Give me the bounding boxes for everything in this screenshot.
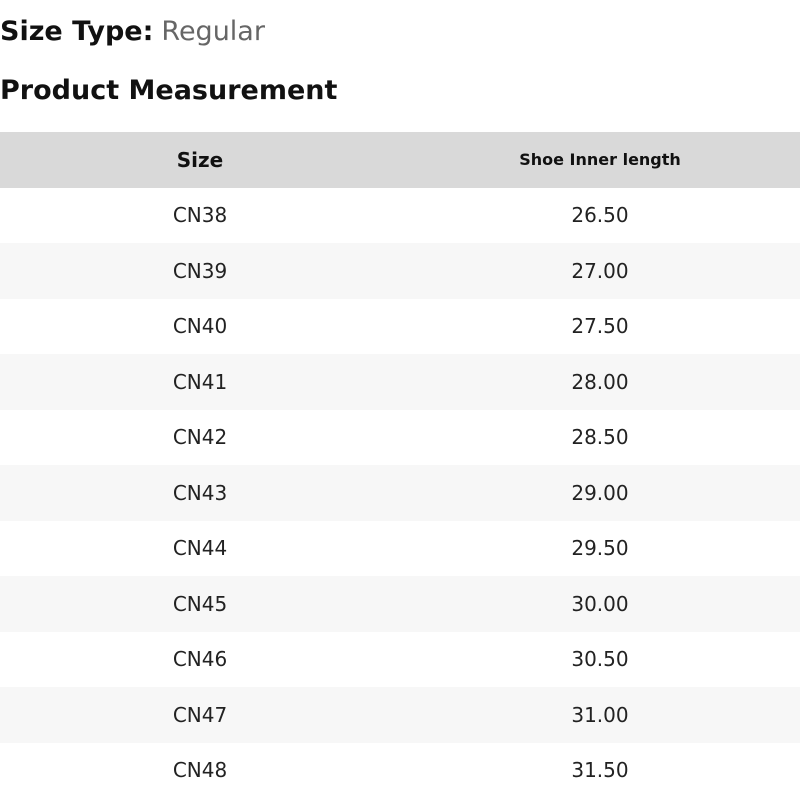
length-cell: 28.00 <box>571 369 629 394</box>
size-cell: CN39 <box>172 258 228 283</box>
length-cell: 30.00 <box>571 591 629 616</box>
table-header-row: Size Shoe Inner length <box>0 132 800 188</box>
size-cell: CN46 <box>172 647 228 672</box>
length-cell: 26.50 <box>571 203 629 228</box>
table-row: CN38 26.50 <box>0 188 800 244</box>
length-cell: 27.50 <box>571 314 629 339</box>
size-cell: CN41 <box>172 369 228 394</box>
size-type-label: Size Type: <box>0 16 154 47</box>
table-row: CN48 31.50 <box>0 743 800 799</box>
table-row: CN46 30.50 <box>0 632 800 688</box>
size-cell: CN40 <box>172 314 228 339</box>
length-cell: 30.50 <box>571 647 629 672</box>
size-cell: CN44 <box>172 536 228 561</box>
column-header-size: Size <box>176 147 224 172</box>
length-cell: 28.50 <box>571 425 629 450</box>
length-cell: 29.00 <box>571 480 629 505</box>
size-cell: CN45 <box>172 591 228 616</box>
length-cell: 29.50 <box>571 536 629 561</box>
section-title: Product Measurement <box>0 75 338 106</box>
table-row: CN40 27.50 <box>0 299 800 355</box>
table-row: CN41 28.00 <box>0 354 800 410</box>
size-type-value: Regular <box>161 16 265 47</box>
size-type-line: Size Type: Regular <box>0 14 265 50</box>
size-chart-page: Size Type: Regular Product Measurement Si… <box>0 0 800 800</box>
table-row: CN44 29.50 <box>0 521 800 577</box>
size-cell: CN38 <box>172 203 228 228</box>
size-cell: CN42 <box>172 425 228 450</box>
length-cell: 27.00 <box>571 258 629 283</box>
length-cell: 31.00 <box>571 702 629 727</box>
table-row: CN47 31.00 <box>0 687 800 743</box>
size-cell: CN48 <box>172 758 228 783</box>
table-row: CN39 27.00 <box>0 243 800 299</box>
length-cell: 31.50 <box>571 758 629 783</box>
measurement-table: Size Shoe Inner length CN38 26.50 CN39 2… <box>0 132 800 798</box>
size-cell: CN47 <box>172 702 228 727</box>
size-cell: CN43 <box>172 480 228 505</box>
table-row: CN43 29.00 <box>0 465 800 521</box>
table-row: CN42 28.50 <box>0 410 800 466</box>
column-header-shoe-inner-length: Shoe Inner length <box>519 150 681 170</box>
table-row: CN45 30.00 <box>0 576 800 632</box>
